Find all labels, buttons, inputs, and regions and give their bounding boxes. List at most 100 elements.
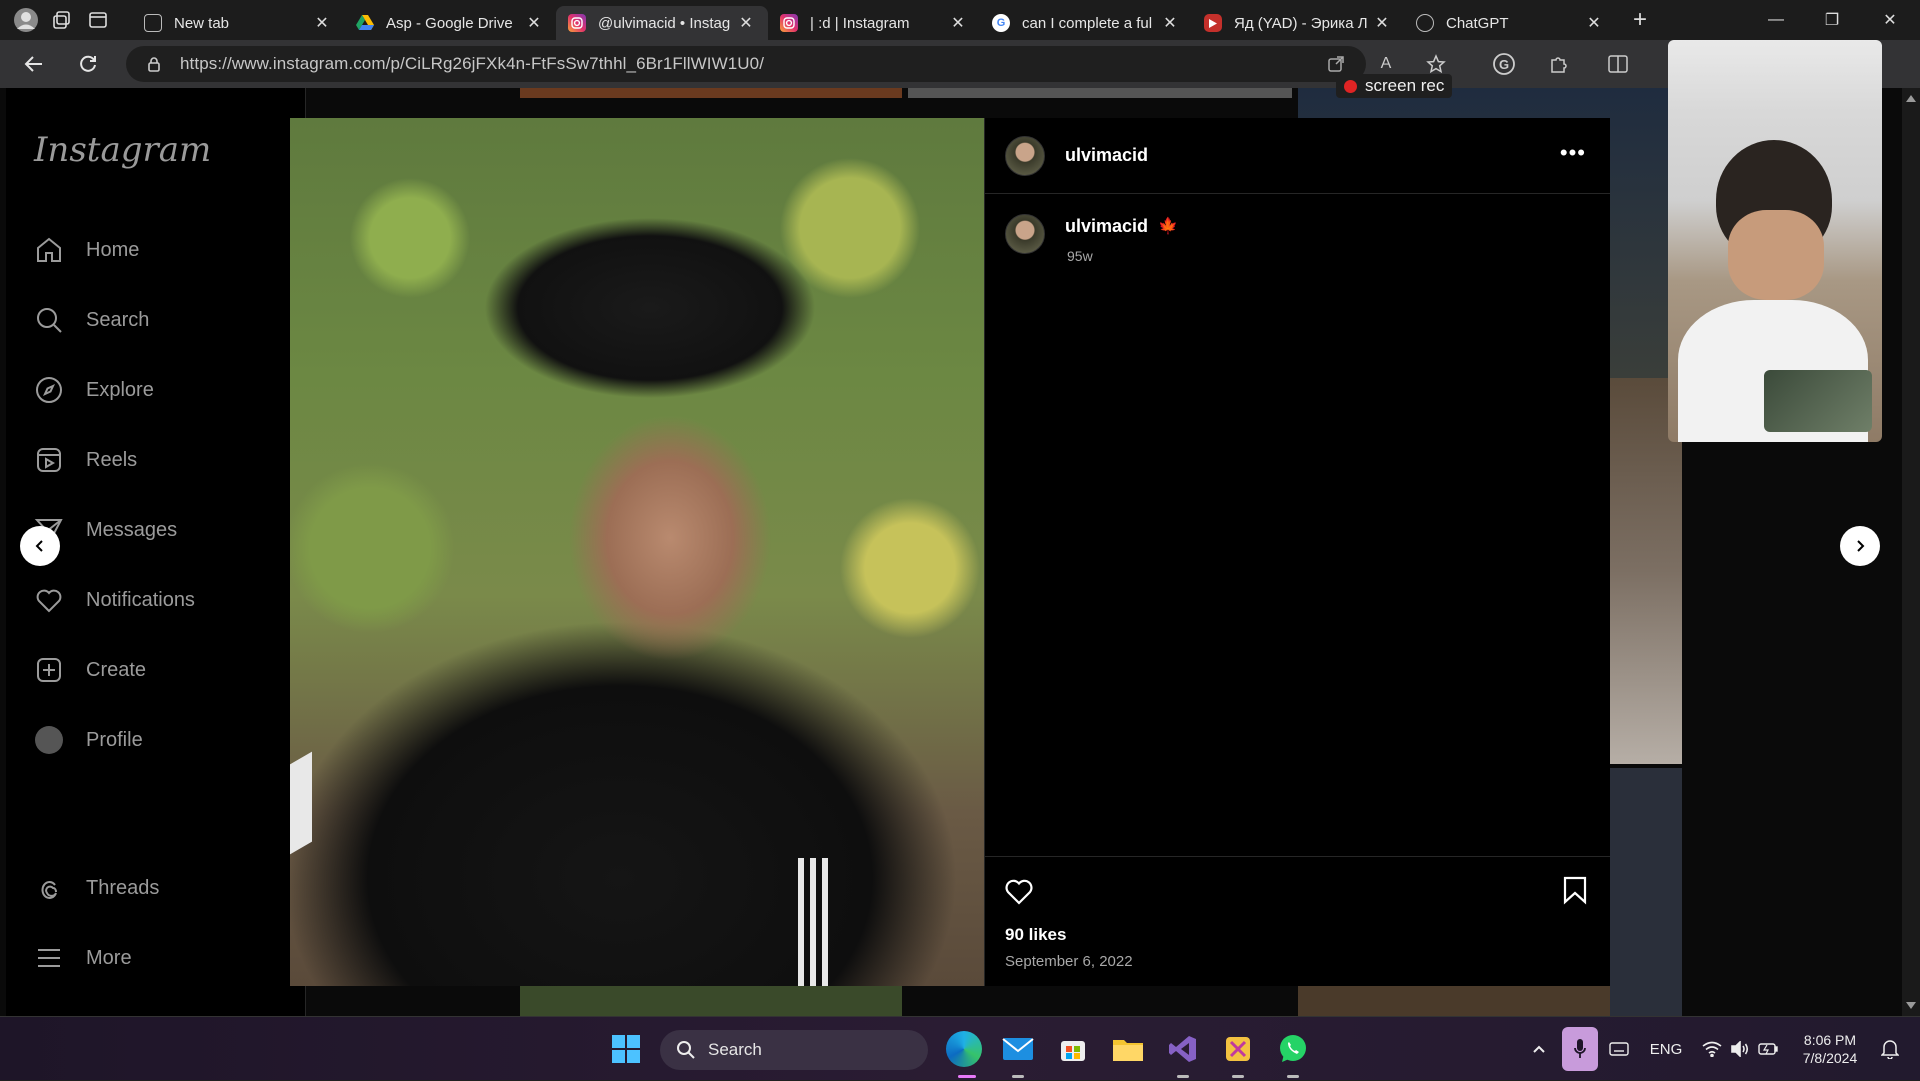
close-tab-icon[interactable]: ✕ [736,13,756,33]
explore-icon [36,377,62,403]
taskbar-search[interactable]: Search [660,1030,928,1070]
keyboard-icon[interactable] [1604,1017,1634,1081]
post-details-panel: ulvimacid ••• ulvimacid 🍁 95w 90 likes S… [984,118,1610,986]
notification-bell-icon[interactable] [1876,1017,1904,1081]
instagram-icon [568,14,586,32]
jacket-stripe [798,858,804,986]
nav-search[interactable]: Search [34,295,149,345]
profile-avatar-icon[interactable] [8,2,44,38]
post-date: September 6, 2022 [1005,953,1133,970]
record-dot-icon [1344,79,1357,93]
nav-label: Profile [86,728,143,751]
reload-icon[interactable] [68,44,108,84]
tab-google-search[interactable]: G can I complete a ful ✕ [980,6,1192,40]
lock-icon[interactable] [146,56,162,72]
nav-label: Explore [86,378,154,401]
post-photo[interactable] [290,118,984,986]
back-icon[interactable] [14,44,54,84]
close-tab-icon[interactable]: ✕ [1372,13,1392,33]
battery-icon[interactable] [1756,1017,1780,1081]
webcam-overlay[interactable] [1668,40,1882,442]
snipping-tool-icon[interactable] [1220,1031,1256,1067]
avatar[interactable] [1005,135,1045,176]
close-tab-icon[interactable]: ✕ [312,13,332,33]
close-tab-icon[interactable]: ✕ [1584,13,1604,33]
avatar[interactable] [1005,214,1045,254]
nav-more[interactable]: More [34,933,132,983]
tab-google-drive[interactable]: Asp - Google Drive ✕ [344,6,556,40]
page-viewport: Instagram Home Search Explore Reels Mess… [0,88,1920,1016]
tab-chatgpt[interactable]: ChatGPT ✕ [1404,6,1616,40]
tab-instagram-d[interactable]: | :d | Instagram ✕ [768,6,980,40]
app-indicator [1177,1075,1189,1078]
mail-icon[interactable] [1000,1031,1036,1067]
tab-instagram-post[interactable]: @ulvimacid • Instag ✕ [556,6,768,40]
home-icon [37,237,61,262]
tab-actions-icon[interactable] [80,2,116,38]
grammarly-icon[interactable]: G [1486,46,1522,82]
minimize-icon[interactable]: — [1748,0,1804,40]
extensions-icon[interactable] [1540,46,1576,82]
scroll-up-icon[interactable] [1902,92,1920,106]
url-text[interactable]: https://www.instagram.com/p/CiLRg26jFXk4… [180,54,764,74]
nav-home[interactable]: Home [34,225,139,275]
nav-label: Create [86,658,147,681]
page-scrollbar[interactable] [1902,88,1920,1016]
file-explorer-icon[interactable] [1110,1031,1146,1067]
caption-timestamp[interactable]: 95w [1067,248,1093,264]
close-tab-icon[interactable]: ✕ [948,13,968,33]
windows-start-icon[interactable] [608,1031,644,1067]
workspaces-icon[interactable] [44,2,80,38]
volume-icon[interactable] [1728,1017,1752,1081]
microsoft-store-icon[interactable] [1055,1031,1091,1067]
nav-label: Search [86,308,150,331]
nav-notifications[interactable]: Notifications [34,575,195,625]
new-tab-plus-icon[interactable]: + [1622,2,1658,38]
tab-new-tab[interactable]: New tab ✕ [132,6,344,40]
close-tab-icon[interactable]: ✕ [1160,13,1180,33]
reels-icon [37,448,61,472]
nav-threads[interactable]: Threads [34,863,159,913]
restore-icon[interactable]: ❐ [1804,0,1860,40]
show-hidden-icons-icon[interactable] [1524,1017,1554,1081]
background-tile [520,88,902,98]
webcam-pip[interactable] [1764,370,1872,432]
instagram-logo[interactable]: Instagram [34,130,211,170]
likes-count[interactable]: 90 likes [1005,925,1066,945]
app-indicator [1232,1075,1244,1078]
clock-date: 7/8/2024 [1802,1050,1858,1066]
previous-post-button[interactable] [20,526,60,566]
close-window-icon[interactable]: ✕ [1862,0,1918,40]
visual-studio-icon[interactable] [1165,1031,1201,1067]
scroll-down-icon[interactable] [1902,998,1920,1012]
post-username[interactable]: ulvimacid [1065,145,1148,166]
nav-label: Messages [86,518,178,541]
chevron-left-icon [35,540,43,552]
tab-youtube[interactable]: Яд (YAD) - Эрика Л ✕ [1192,6,1404,40]
active-app-indicator [958,1075,976,1078]
close-tab-icon[interactable]: ✕ [524,13,544,33]
new-tab-icon [144,14,162,32]
menu-icon [38,949,60,967]
nav-reels[interactable]: Reels [34,435,137,485]
nav-profile[interactable]: Profile [34,715,143,765]
screen-recorder-badge[interactable]: screen rec [1336,74,1453,98]
nav-create[interactable]: Create [34,645,146,695]
language-indicator[interactable]: ENG [1646,1017,1686,1081]
nav-label: Threads [86,876,160,899]
wifi-icon[interactable] [1700,1017,1724,1081]
more-options-icon[interactable]: ••• [1560,140,1586,166]
clock[interactable]: 8:06 PM 7/8/2024 [1790,1017,1870,1081]
jacket-stripe [810,858,816,986]
heart-icon[interactable] [1003,875,1035,907]
split-screen-icon[interactable] [1600,46,1636,82]
address-bar[interactable]: https://www.instagram.com/p/CiLRg26jFXk4… [126,46,1366,82]
nav-explore[interactable]: Explore [34,365,154,415]
edge-icon[interactable] [946,1031,982,1067]
microphone-icon[interactable] [1562,1027,1598,1071]
whatsapp-icon[interactable] [1275,1031,1311,1067]
browser-tab-strip: New tab ✕ Asp - Google Drive ✕ @ulvimaci… [0,0,1920,40]
heart-icon [36,589,62,613]
next-post-button[interactable] [1840,526,1880,566]
bookmark-icon[interactable] [1560,875,1590,905]
